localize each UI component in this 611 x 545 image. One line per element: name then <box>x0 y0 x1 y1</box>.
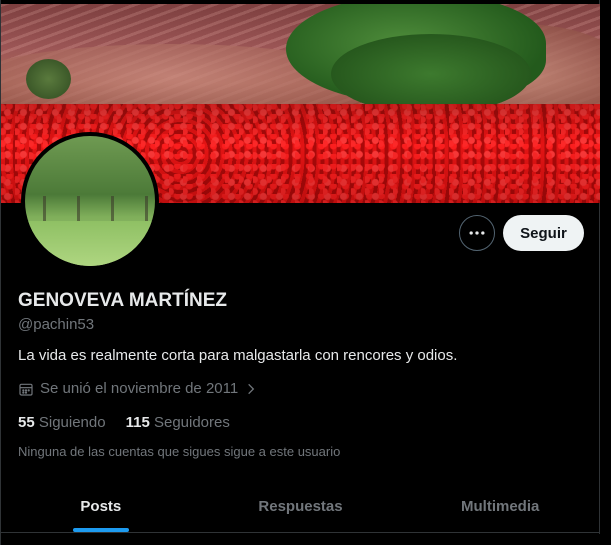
more-options-button[interactable] <box>459 215 495 251</box>
tab-replies[interactable]: Respuestas <box>201 480 401 532</box>
profile-handle: @pachin53 <box>18 316 95 333</box>
followers-label: Seguidores <box>153 414 230 431</box>
ellipsis-icon <box>469 231 485 235</box>
followers-count: 115 <box>125 414 150 431</box>
mutual-followers-note: Ninguna de las cuentas que sigues sigue … <box>18 444 341 459</box>
profile-column: Seguir GENOVEVA MARTÍNEZ @pachin53 La vi… <box>0 0 600 545</box>
joined-text: Se unió el noviembre de 2011 <box>40 380 239 397</box>
tab-media-label: Multimedia <box>461 497 540 515</box>
follow-stats: 55 Siguiendo 115 Seguidores <box>18 414 230 431</box>
following-count: 55 <box>18 414 35 431</box>
tab-replies-label: Respuestas <box>258 497 343 515</box>
profile-tabs: Posts Respuestas Multimedia <box>1 480 600 533</box>
tab-posts[interactable]: Posts <box>1 480 201 532</box>
chevron-right-icon <box>248 383 255 394</box>
timeline-start <box>1 534 600 545</box>
banner-tree-lower <box>331 34 531 114</box>
profile-avatar[interactable] <box>21 132 159 270</box>
tab-posts-label: Posts <box>80 497 122 515</box>
profile-bio: La vida es realmente corta para malgasta… <box>18 347 458 364</box>
following-link[interactable]: 55 Siguiendo <box>18 414 106 431</box>
joined-date[interactable]: Se unió el noviembre de 2011 <box>18 380 258 397</box>
banner-small-tree <box>26 59 71 99</box>
follow-button[interactable]: Seguir <box>503 215 584 251</box>
active-tab-indicator <box>72 528 129 532</box>
following-label: Siguiendo <box>38 414 106 431</box>
calendar-icon <box>19 383 33 396</box>
followers-link[interactable]: 115 Seguidores <box>126 414 230 431</box>
avatar-lawn <box>25 221 155 266</box>
tab-media[interactable]: Multimedia <box>400 480 600 532</box>
profile-display-name: GENOVEVA MARTÍNEZ <box>18 290 228 311</box>
